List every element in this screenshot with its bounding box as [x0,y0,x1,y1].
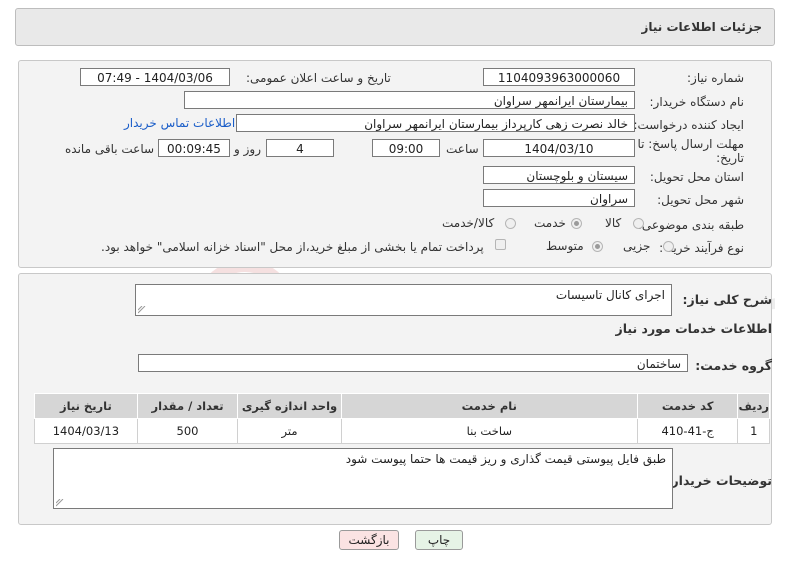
requester-field[interactable]: خالد نصرت زهی کارپرداز بیمارستان ایرانمه… [236,114,635,132]
cell-code: ج-41-410 [636,418,739,444]
category-option-service: خدمت [534,216,566,230]
summary-label: شرح کلی نیاز: [682,292,772,307]
cell-unit: متر [237,418,342,444]
col-code: کد خدمت [636,393,739,419]
deadline-date-field[interactable]: 1404/03/10 [483,139,635,157]
summary-text: اجرای کانال تاسیسات [555,288,665,302]
buyer-org-field[interactable]: بیمارستان ایرانمهر سراوان [184,91,635,109]
category-radio-goods-service[interactable] [505,218,516,229]
category-option-goods: کالا [605,216,622,230]
treasury-payment-checkbox[interactable] [495,239,506,250]
col-row: ردیف [737,393,770,419]
need-number-label: شماره نیاز: [687,71,744,85]
buyer-notes-textarea[interactable]: طبق فایل پیوستی قیمت گذاری و ریز قیمت ها… [53,448,673,509]
print-button[interactable]: چاپ [415,530,463,550]
announce-datetime-label: تاریخ و ساعت اعلان عمومی: [246,71,391,85]
col-date: تاریخ نیاز [34,393,138,419]
back-button[interactable]: بازگشت [339,530,399,550]
buyer-notes-label: توضیحات خریدار: [666,473,772,488]
deadline-time-field[interactable]: 09:00 [372,139,440,157]
purchase-radio-minor[interactable] [663,241,674,252]
service-group-field[interactable]: ساختمان [138,354,688,372]
page-title: جزئیات اطلاعات نیاز [641,20,762,34]
deadline-label-line2: تاریخ: [716,151,744,165]
services-section-title: اطلاعات خدمات مورد نیاز [615,321,773,336]
cell-date: 1404/03/13 [34,418,138,444]
deadline-time-label: ساعت [446,142,479,156]
city-field[interactable]: سراوان [483,189,635,207]
services-table: ردیف کد خدمت نام خدمت واحد اندازه گیری ت… [34,393,770,444]
purchase-radio-medium[interactable] [592,241,603,252]
category-radio-service[interactable] [571,218,582,229]
category-option-goods-service: کالا/خدمت [442,216,495,230]
province-label: استان محل تحویل: [649,170,744,184]
summary-textarea[interactable]: اجرای کانال تاسیسات [135,284,672,316]
deadline-label-line1: مهلت ارسال پاسخ: تا [637,137,744,151]
buyer-contact-link[interactable]: اطلاعات تماس خریدار [124,116,235,130]
purchase-option-medium: متوسط [546,239,584,253]
deadline-days-label: روز و [234,142,261,156]
services-table-header: ردیف کد خدمت نام خدمت واحد اندازه گیری ت… [34,393,770,419]
buyer-notes-text: طبق فایل پیوستی قیمت گذاری و ریز قیمت ها… [345,452,666,466]
cell-name: ساخت بنا [340,418,638,444]
service-group-label: گروه خدمت: [695,358,772,373]
table-row[interactable]: 1 ج-41-410 ساخت بنا متر 500 1404/03/13 [34,418,770,444]
category-label: طبقه بندی موضوعی: [637,218,744,232]
remaining-time-label: ساعت باقی مانده [65,142,155,156]
need-number-field[interactable]: 1104093963000060 [483,68,635,86]
cell-row: 1 [737,418,770,444]
province-field[interactable]: سیستان و بلوچستان [483,166,635,184]
announce-datetime-field[interactable]: 1404/03/06 - 07:49 [80,68,230,86]
city-label: شهر محل تحویل: [657,193,744,207]
remaining-time-field[interactable]: 00:09:45 [158,139,230,157]
deadline-days-field[interactable]: 4 [266,139,334,157]
cell-qty: 500 [136,418,239,444]
col-name: نام خدمت [340,393,638,419]
buyer-org-label: نام دستگاه خریدار: [649,95,745,109]
requester-label: ایجاد کننده درخواست: [633,118,744,132]
col-unit: واحد اندازه گیری [237,393,342,419]
col-qty: تعداد / مقدار [136,393,239,419]
page-header: جزئیات اطلاعات نیاز [15,8,775,46]
treasury-payment-note: پرداخت تمام یا بخشی از مبلغ خرید،از محل … [101,240,484,254]
purchase-option-minor: جزیی [623,239,651,253]
resize-grip-icon[interactable] [56,499,64,507]
resize-grip-icon[interactable] [138,306,146,314]
category-radio-goods[interactable] [633,218,644,229]
